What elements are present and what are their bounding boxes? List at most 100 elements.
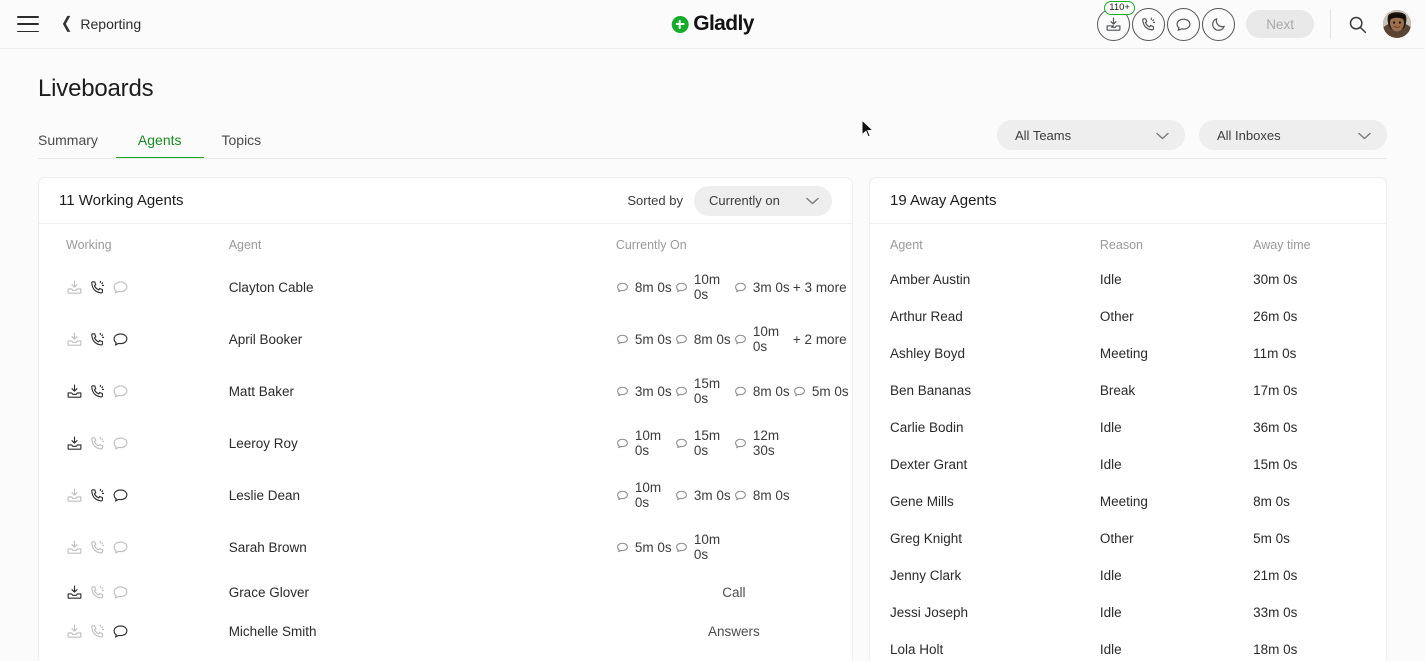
away-time-cell: 26m 0s: [1253, 309, 1298, 324]
table-row[interactable]: Michelle Smith Answers: [39, 612, 852, 651]
table-row[interactable]: Greg Knight Other 5m 0s: [870, 520, 1386, 557]
table-row[interactable]: Carlie Bodin Idle 36m 0s: [870, 409, 1386, 446]
working-agents-body: Clayton Cable 8m 0s 10m 0s 3m 0s + 3 more…: [39, 261, 852, 661]
chat-bubble-icon: [616, 386, 628, 396]
table-row[interactable]: Grace Glover Call: [39, 573, 852, 612]
agent-name-cell: Greg Knight: [890, 531, 963, 546]
timer-value: 12m 30s: [752, 428, 780, 458]
working-status-cell: [39, 313, 229, 365]
inboxes-filter-dropdown[interactable]: All Inboxes: [1199, 120, 1387, 150]
inbox-icon: [67, 384, 82, 398]
away-time-cell: 11m 0s: [1253, 346, 1297, 361]
chat-bubble-icon: [675, 282, 687, 292]
currently-on-more-cell[interactable]: + 3 more: [793, 261, 852, 313]
working-status-cell: [39, 417, 229, 469]
currently-on-cell: 3m 0s: [675, 469, 734, 521]
chat-bubble-icon: [616, 282, 628, 292]
agent-name-cell: Ashley Boyd: [890, 346, 966, 361]
currently-on-more-cell[interactable]: + 2 more: [793, 313, 852, 365]
agent-name-cell: Grace Glover: [228, 585, 309, 600]
sort-label: Sorted by: [627, 193, 683, 208]
back-to-reporting-link[interactable]: ❮ Reporting: [60, 16, 142, 33]
away-reason-cell: Idle: [1099, 420, 1122, 435]
do-not-disturb-button[interactable]: [1202, 7, 1236, 41]
phone-ringing-icon: [1142, 17, 1156, 30]
timer-value: 8m 0s: [752, 487, 790, 503]
inboxes-filter-label: All Inboxes: [1217, 127, 1281, 143]
timer-value: 10m 0s: [693, 272, 721, 302]
working-icons: [66, 623, 229, 640]
back-link-label: Reporting: [80, 16, 142, 32]
table-row[interactable]: Jenny Clark Idle 21m 0s: [870, 557, 1386, 594]
teams-filter-dropdown[interactable]: All Teams: [997, 120, 1185, 150]
away-reason-cell: Meeting: [1099, 494, 1148, 509]
table-row[interactable]: Ben Bananas Break 17m 0s: [870, 372, 1386, 409]
table-row[interactable]: April Booker 5m 0s 8m 0s 10m 0s + 2 more: [39, 313, 852, 365]
conversation-timer: 10m 0s: [734, 324, 793, 354]
phone-ringing-icon: [91, 488, 105, 501]
table-row[interactable]: Leslie Dean 10m 0s 3m 0s 8m 0s: [39, 469, 852, 521]
search-button[interactable]: [1344, 11, 1370, 37]
inbox-icon: [67, 436, 82, 450]
table-row[interactable]: Carolyn CooksLiveboards: [39, 651, 852, 661]
table-row[interactable]: Ashley Boyd Meeting 11m 0s: [870, 335, 1386, 372]
chat-bubble-icon: [675, 438, 687, 448]
agent-name-cell: Leeroy Roy: [228, 435, 298, 451]
table-row[interactable]: Jessi Joseph Idle 33m 0s: [870, 594, 1386, 631]
conversation-timer: 10m 0s: [616, 480, 675, 510]
currently-on-cell: 3m 0s: [616, 365, 675, 417]
sort-dropdown[interactable]: Currently on: [694, 185, 832, 216]
chat-bubble-icon: [113, 586, 128, 599]
chat-bubble-icon: [616, 334, 628, 344]
page-body: Liveboards Summary Agents Topics All Tea…: [0, 49, 1425, 661]
inbox-icon-button[interactable]: 110+: [1097, 0, 1135, 41]
currently-on-cell: 5m 0s: [616, 521, 675, 573]
timer-value: 8m 0s: [634, 279, 672, 295]
hamburger-icon[interactable]: [17, 16, 39, 32]
table-row[interactable]: Arthur Read Other 26m 0s: [870, 298, 1386, 335]
table-row[interactable]: Gene Mills Meeting 8m 0s: [870, 483, 1386, 520]
table-row[interactable]: Dexter Grant Idle 15m 0s: [870, 446, 1386, 483]
tab-agents[interactable]: Agents: [116, 132, 203, 159]
tabs-row: Summary Agents Topics All Teams All Inbo…: [38, 120, 1387, 159]
chat-bubble-icon: [675, 334, 687, 344]
away-reason-cell: Other: [1099, 309, 1134, 324]
search-icon: [1349, 16, 1366, 33]
currently-on-cell: 8m 0s: [734, 365, 793, 417]
teams-filter-label: All Teams: [1015, 127, 1072, 143]
inbox-icon: [1106, 17, 1121, 31]
chat-bubble-icon: [735, 334, 746, 344]
table-header-row: Working Agent Currently On: [39, 224, 852, 261]
table-row[interactable]: Matt Baker 3m 0s 15m 0s 8m 0s 5m 0s: [39, 365, 852, 417]
working-agents-panel: 11 Working Agents Sorted by Currently on…: [38, 177, 853, 661]
agent-name-cell: April Booker: [228, 331, 303, 347]
table-row[interactable]: Lola Holt Idle 18m 0s: [870, 631, 1386, 661]
chat-icon-button[interactable]: [1167, 7, 1201, 41]
avatar[interactable]: [1383, 10, 1411, 38]
away-time-cell: 36m 0s: [1253, 420, 1298, 435]
conversation-timer: 8m 0s: [734, 384, 793, 399]
working-icons: [66, 584, 229, 601]
working-agents-header: 11 Working Agents Sorted by Currently on: [39, 178, 852, 224]
working-status-cell: [39, 573, 229, 612]
table-row[interactable]: Amber Austin Idle 30m 0s: [870, 261, 1386, 298]
panels: 11 Working Agents Sorted by Currently on…: [38, 177, 1387, 661]
working-icons: [66, 539, 229, 556]
next-button[interactable]: Next: [1246, 10, 1314, 38]
away-time-cell: 21m 0s: [1253, 568, 1298, 583]
agent-name-cell: Lola Holt: [890, 642, 944, 657]
table-row[interactable]: Sarah Brown 5m 0s 10m 0s: [39, 521, 852, 573]
away-reason-cell: Idle: [1099, 642, 1122, 657]
away-time-cell: 8m 0s: [1253, 494, 1290, 509]
conversation-timer: 10m 0s: [675, 272, 734, 302]
table-row[interactable]: Leeroy Roy 10m 0s 15m 0s 12m 30s: [39, 417, 852, 469]
chat-bubble-icon: [675, 542, 687, 552]
agent-name-cell: Gene Mills: [890, 494, 954, 509]
agent-name-cell: Dexter Grant: [890, 457, 968, 472]
tab-summary[interactable]: Summary: [38, 132, 98, 159]
currently-on-cell: 8m 0s: [616, 261, 675, 313]
tab-topics[interactable]: Topics: [222, 132, 262, 159]
phone-icon-button[interactable]: [1132, 7, 1166, 41]
away-reason-cell: Idle: [1099, 272, 1122, 287]
table-row[interactable]: Clayton Cable 8m 0s 10m 0s 3m 0s + 3 more: [39, 261, 852, 313]
